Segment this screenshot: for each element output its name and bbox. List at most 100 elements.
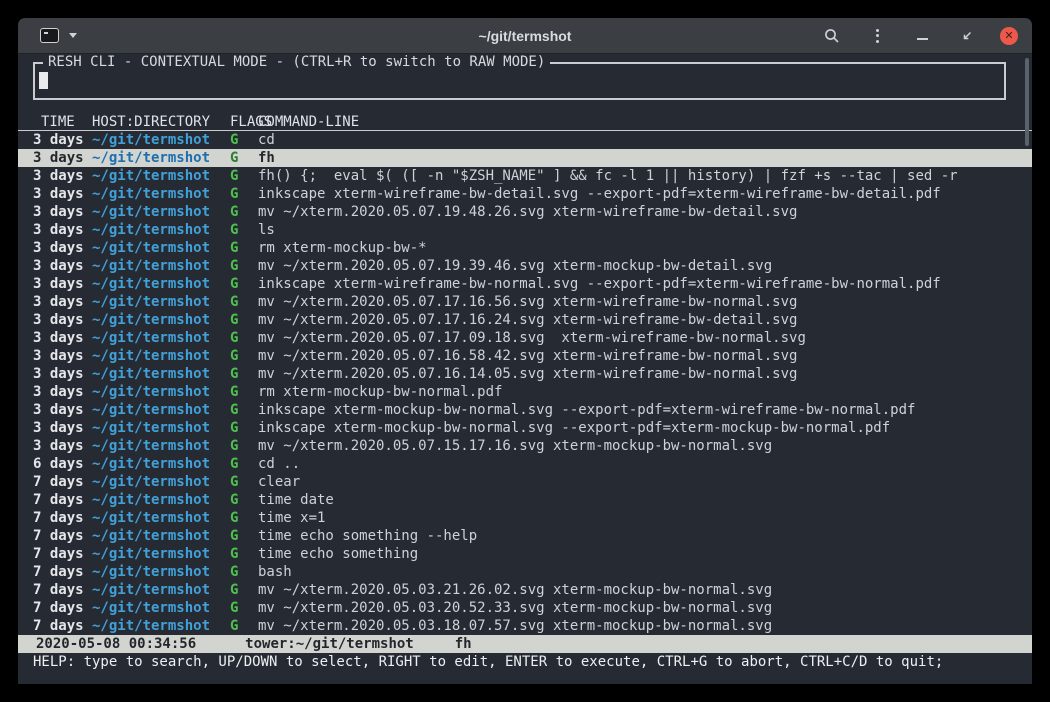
restore-button[interactable] xyxy=(955,24,979,48)
row-directory: ~/git/termshot xyxy=(92,185,218,203)
history-row[interactable]: 7 days~/git/termshotGtime date xyxy=(18,491,1032,509)
row-flags: G xyxy=(218,185,258,203)
help-line: HELP: type to search, UP/DOWN to select,… xyxy=(18,653,1032,671)
row-command: inkscape xterm-wireframe-bw-normal.svg -… xyxy=(258,275,1006,293)
row-command: cd .. xyxy=(258,455,1006,473)
row-directory: ~/git/termshot xyxy=(92,239,218,257)
history-row[interactable]: 3 days~/git/termshotGcd xyxy=(18,131,1032,149)
history-row[interactable]: 7 days~/git/termshotGmv ~/xterm.2020.05.… xyxy=(18,599,1032,617)
resh-search-box[interactable]: RESH CLI - CONTEXTUAL MODE - (CTRL+R to … xyxy=(33,62,1006,100)
status-host-directory: tower:~/git/termshot xyxy=(245,635,414,653)
row-flags: G xyxy=(218,545,258,563)
row-command: time echo something xyxy=(258,545,1006,563)
history-row[interactable]: 3 days~/git/termshotGmv ~/xterm.2020.05.… xyxy=(18,365,1032,383)
row-directory: ~/git/termshot xyxy=(92,545,218,563)
row-command: mv ~/xterm.2020.05.07.17.16.24.svg xterm… xyxy=(258,311,1006,329)
row-command: cd xyxy=(258,131,1006,149)
status-datetime: 2020-05-08 00:34:56 xyxy=(36,635,196,653)
row-directory: ~/git/termshot xyxy=(92,527,218,545)
row-flags: G xyxy=(218,239,258,257)
close-button[interactable]: ✕ xyxy=(1000,27,1018,45)
row-flags: G xyxy=(218,149,258,167)
history-row[interactable]: 3 days~/git/termshotGinkscape xterm-wire… xyxy=(18,185,1032,203)
history-row[interactable]: 3 days~/git/termshotGmv ~/xterm.2020.05.… xyxy=(18,203,1032,221)
scrollbar-thumb[interactable] xyxy=(1025,58,1029,146)
row-time: 3 days xyxy=(33,221,92,239)
row-flags: G xyxy=(218,311,258,329)
row-directory: ~/git/termshot xyxy=(92,563,218,581)
row-flags: G xyxy=(218,329,258,347)
row-time: 7 days xyxy=(33,617,92,635)
row-flags: G xyxy=(218,131,258,149)
new-terminal-button[interactable] xyxy=(40,28,77,43)
row-flags: G xyxy=(218,203,258,221)
history-row[interactable]: 3 days~/git/termshotGrm xterm-mockup-bw-… xyxy=(18,239,1032,257)
row-flags: G xyxy=(218,599,258,617)
resh-mode-title: RESH CLI - CONTEXTUAL MODE - (CTRL+R to … xyxy=(43,54,550,70)
row-directory: ~/git/termshot xyxy=(92,383,218,401)
history-row[interactable]: 7 days~/git/termshotGtime x=1 xyxy=(18,509,1032,527)
history-row-selected[interactable]: 3 days~/git/termshotGfh xyxy=(18,149,1032,167)
row-directory: ~/git/termshot xyxy=(92,257,218,275)
history-row[interactable]: 3 days~/git/termshotGinkscape xterm-mock… xyxy=(18,401,1032,419)
row-command: mv ~/xterm.2020.05.07.16.14.05.svg xterm… xyxy=(258,365,1006,383)
history-row[interactable]: 7 days~/git/termshotGtime echo something… xyxy=(18,527,1032,545)
history-row[interactable]: 3 days~/git/termshotGmv ~/xterm.2020.05.… xyxy=(18,311,1032,329)
row-directory: ~/git/termshot xyxy=(92,419,218,437)
text-cursor xyxy=(39,72,48,89)
row-flags: G xyxy=(218,257,258,275)
row-directory: ~/git/termshot xyxy=(92,329,218,347)
row-time: 3 days xyxy=(33,311,92,329)
history-row[interactable]: 7 days~/git/termshotGmv ~/xterm.2020.05.… xyxy=(18,617,1032,635)
header-time: TIME xyxy=(33,113,92,130)
titlebar: ~/git/termshot ✕ xyxy=(18,18,1032,54)
minimize-button[interactable] xyxy=(910,24,934,48)
row-command: mv ~/xterm.2020.05.07.19.39.46.svg xterm… xyxy=(258,257,1006,275)
row-directory: ~/git/termshot xyxy=(92,167,218,185)
history-row[interactable]: 7 days~/git/termshotGclear xyxy=(18,473,1032,491)
row-time: 7 days xyxy=(33,599,92,617)
history-row[interactable]: 3 days~/git/termshotGinkscape xterm-wire… xyxy=(18,275,1032,293)
row-time: 3 days xyxy=(33,329,92,347)
history-row[interactable]: 3 days~/git/termshotGmv ~/xterm.2020.05.… xyxy=(18,257,1032,275)
history-row[interactable]: 3 days~/git/termshotGls xyxy=(18,221,1032,239)
status-bar: 2020-05-08 00:34:56 tower:~/git/termshot… xyxy=(18,635,1032,653)
row-command: ls xyxy=(258,221,1006,239)
history-row[interactable]: 3 days~/git/termshotGmv ~/xterm.2020.05.… xyxy=(18,437,1032,455)
history-row[interactable]: 3 days~/git/termshotGmv ~/xterm.2020.05.… xyxy=(18,347,1032,365)
row-directory: ~/git/termshot xyxy=(92,149,218,167)
search-button[interactable] xyxy=(820,24,844,48)
terminal-icon xyxy=(40,28,59,43)
row-directory: ~/git/termshot xyxy=(92,275,218,293)
history-row[interactable]: 3 days~/git/termshotGmv ~/xterm.2020.05.… xyxy=(18,329,1032,347)
history-row[interactable]: 7 days~/git/termshotGmv ~/xterm.2020.05.… xyxy=(18,581,1032,599)
history-row[interactable]: 3 days~/git/termshotGrm xterm-mockup-bw-… xyxy=(18,383,1032,401)
row-flags: G xyxy=(218,419,258,437)
row-command: time echo something --help xyxy=(258,527,1006,545)
header-command-line: COMMAND-LINE xyxy=(258,113,1006,130)
row-time: 3 days xyxy=(33,347,92,365)
menu-button[interactable] xyxy=(865,24,889,48)
history-row[interactable]: 7 days~/git/termshotGbash xyxy=(18,563,1032,581)
history-row[interactable]: 3 days~/git/termshotGmv ~/xterm.2020.05.… xyxy=(18,293,1032,311)
row-time: 7 days xyxy=(33,545,92,563)
row-time: 7 days xyxy=(33,473,92,491)
history-row[interactable]: 6 days~/git/termshotGcd .. xyxy=(18,455,1032,473)
history-row[interactable]: 3 days~/git/termshotGfh() {; eval $( ([ … xyxy=(18,167,1032,185)
history-row[interactable]: 7 days~/git/termshotGtime echo something xyxy=(18,545,1032,563)
row-command: mv ~/xterm.2020.05.03.20.52.33.svg xterm… xyxy=(258,599,1006,617)
history-row[interactable]: 3 days~/git/termshotGinkscape xterm-mock… xyxy=(18,419,1032,437)
row-flags: G xyxy=(218,491,258,509)
row-time: 3 days xyxy=(33,383,92,401)
search-icon xyxy=(824,28,840,44)
row-directory: ~/git/termshot xyxy=(92,311,218,329)
row-flags: G xyxy=(218,527,258,545)
row-flags: G xyxy=(218,383,258,401)
row-directory: ~/git/termshot xyxy=(92,203,218,221)
row-flags: G xyxy=(218,437,258,455)
row-command: fh xyxy=(258,149,1006,167)
row-directory: ~/git/termshot xyxy=(92,365,218,383)
row-command: mv ~/xterm.2020.05.07.17.09.18.svg xterm… xyxy=(258,329,1006,347)
row-flags: G xyxy=(218,509,258,527)
row-command: inkscape xterm-wireframe-bw-detail.svg -… xyxy=(258,185,1006,203)
